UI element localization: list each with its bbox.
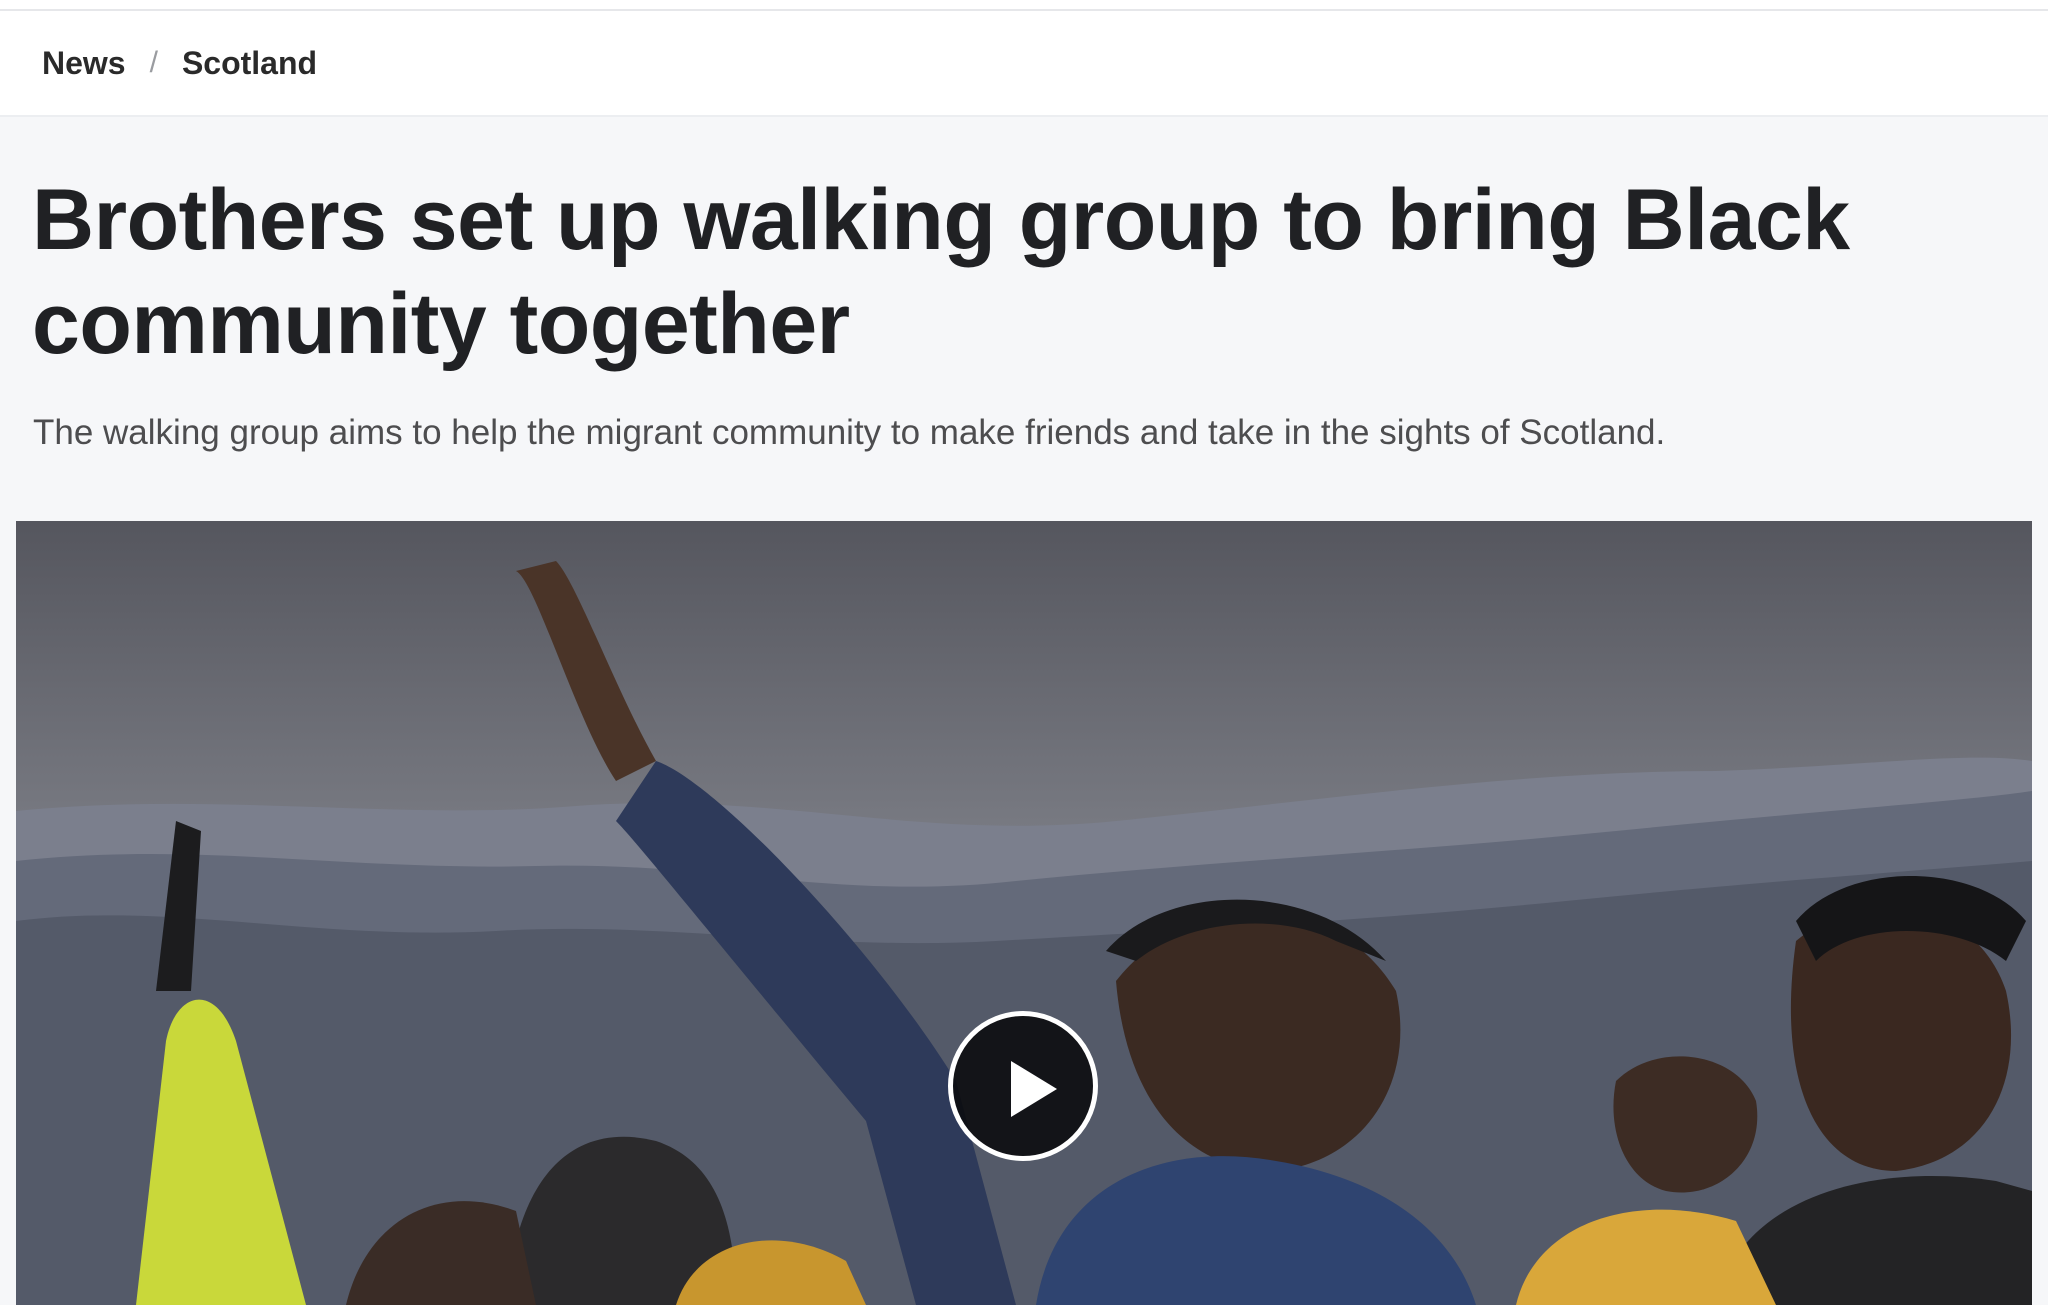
video-thumbnail[interactable] <box>16 521 2032 1305</box>
breadcrumb-news-link[interactable]: News <box>42 45 126 82</box>
play-icon <box>1011 1061 1057 1117</box>
top-border <box>0 0 2048 11</box>
breadcrumb: News / Scotland <box>0 11 2048 117</box>
breadcrumb-scotland-link[interactable]: Scotland <box>182 45 317 82</box>
breadcrumb-separator: / <box>149 46 158 79</box>
hikers-photo <box>16 521 2032 1305</box>
article-summary: The walking group aims to help the migra… <box>33 413 1666 452</box>
article-headline: Brothers set up walking group to bring B… <box>32 172 1850 372</box>
play-video-button[interactable] <box>948 1011 1098 1161</box>
